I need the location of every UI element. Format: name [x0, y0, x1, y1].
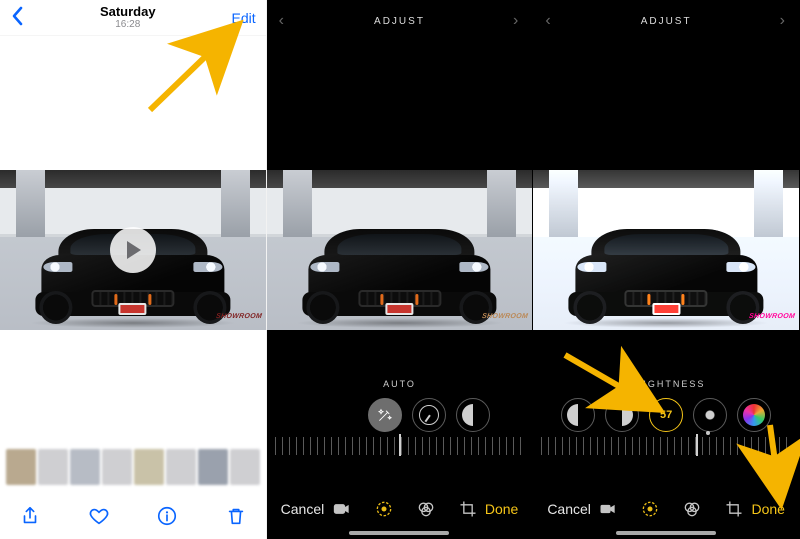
delete-button[interactable]: [224, 504, 248, 528]
navbar-title-day: Saturday: [100, 5, 156, 19]
navbar-title-time: 16:28: [100, 19, 156, 30]
back-button[interactable]: [10, 6, 24, 30]
done-button[interactable]: Done: [752, 501, 785, 517]
dial-auto[interactable]: [368, 398, 402, 432]
info-icon: [156, 505, 178, 527]
adjust-mode-label: AUTO: [267, 379, 533, 389]
edit-topbar: ‹ ADJUST ›: [267, 0, 533, 42]
chevron-right-icon[interactable]: ›: [780, 12, 787, 30]
adjust-slider[interactable]: [275, 437, 525, 455]
home-indicator: [349, 531, 449, 535]
adjust-icon: [374, 499, 394, 519]
dial-color[interactable]: [737, 398, 771, 432]
tab-crop[interactable]: [458, 499, 478, 519]
bottom-toolbar: [0, 493, 266, 539]
cancel-button[interactable]: Cancel: [281, 501, 325, 517]
chevron-left-icon[interactable]: ‹: [545, 12, 552, 30]
share-icon: [19, 505, 41, 527]
adjust-dials[interactable]: [267, 391, 533, 439]
dial-exposure[interactable]: [605, 398, 639, 432]
media-preview[interactable]: SHOWROOM: [533, 170, 799, 330]
play-icon[interactable]: [110, 227, 156, 273]
tab-filters[interactable]: [682, 499, 702, 519]
navbar: Saturday 16:28 Edit: [0, 0, 266, 36]
tab-filters[interactable]: [416, 499, 436, 519]
tab-crop[interactable]: [724, 499, 744, 519]
video-icon: [332, 499, 352, 519]
edit-adjust-screen-brightness: ‹ ADJUST › SHOWROOM BRIGHTNESS: [533, 0, 800, 539]
adjust-dials[interactable]: 57: [533, 391, 799, 439]
brightness-value: 57: [660, 409, 672, 421]
filters-icon: [682, 499, 702, 519]
favorite-button[interactable]: [87, 504, 111, 528]
adjust-slider[interactable]: [541, 437, 791, 455]
edit-tool-tabs: [598, 499, 744, 519]
edit-button[interactable]: Edit: [232, 10, 256, 26]
media-preview[interactable]: SHOWROOM: [267, 170, 533, 330]
dial-indicator-dot: [706, 431, 710, 435]
adjust-icon: [640, 499, 660, 519]
crop-icon: [458, 499, 478, 519]
chevron-left-icon[interactable]: ‹: [279, 12, 286, 30]
home-indicator: [616, 531, 716, 535]
video-frame: SHOWROOM: [267, 170, 533, 330]
dial-contrast[interactable]: [561, 398, 595, 432]
edit-tool-tabs: [332, 499, 478, 519]
dial-highlights[interactable]: [693, 398, 727, 432]
tab-adjust[interactable]: [640, 499, 660, 519]
dial-contrast[interactable]: [456, 398, 490, 432]
done-button[interactable]: Done: [485, 501, 518, 517]
topbar-title: ADJUST: [374, 16, 425, 27]
tab-video[interactable]: [332, 499, 352, 519]
video-frame: SHOWROOM: [533, 170, 799, 330]
chevron-left-icon: [10, 6, 24, 26]
edit-adjust-screen-auto: ‹ ADJUST › SHOWROOM AUTO: [267, 0, 534, 539]
dial-brightness[interactable]: 57: [649, 398, 683, 432]
tab-adjust[interactable]: [374, 499, 394, 519]
photos-detail-screen: Saturday 16:28 Edit SHOWROOM: [0, 0, 267, 539]
topbar-title: ADJUST: [641, 16, 692, 27]
video-icon: [598, 499, 618, 519]
chevron-right-icon[interactable]: ›: [513, 12, 520, 30]
info-button[interactable]: [155, 504, 179, 528]
heart-icon: [88, 505, 110, 527]
edit-bottombar: Cancel Done: [533, 479, 799, 539]
trash-icon: [225, 505, 247, 527]
adjust-mode-label: BRIGHTNESS: [533, 379, 799, 389]
edit-bottombar: Cancel Done: [267, 479, 533, 539]
thumbnail-strip[interactable]: [0, 445, 266, 489]
tab-video[interactable]: [598, 499, 618, 519]
share-button[interactable]: [18, 504, 42, 528]
cancel-button[interactable]: Cancel: [547, 501, 591, 517]
filters-icon: [416, 499, 436, 519]
media-preview[interactable]: SHOWROOM: [0, 170, 266, 330]
crop-icon: [724, 499, 744, 519]
wand-icon: [377, 407, 393, 423]
dial-exposure[interactable]: [412, 398, 446, 432]
edit-topbar: ‹ ADJUST ›: [533, 0, 799, 42]
navbar-title: Saturday 16:28: [100, 5, 156, 30]
